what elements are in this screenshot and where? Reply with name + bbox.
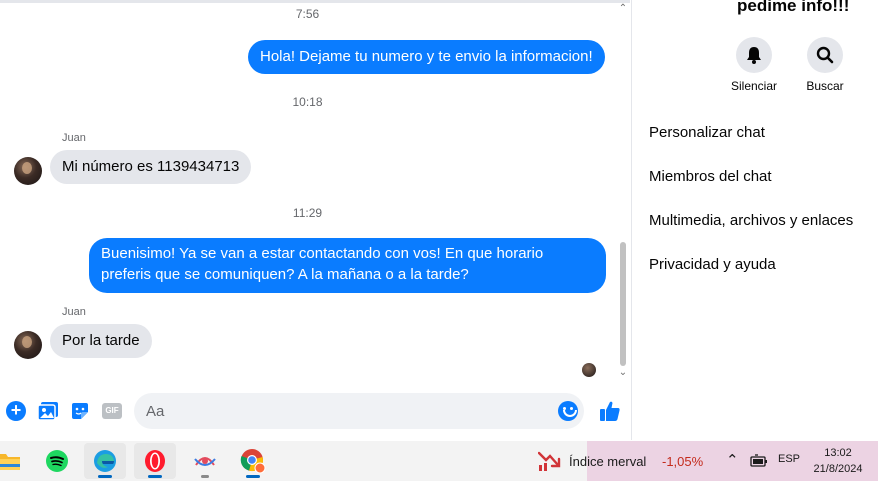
active-app-indicator	[246, 475, 260, 478]
incoming-message[interactable]: Por la tarde	[50, 324, 152, 358]
stock-down-icon[interactable]	[538, 450, 562, 472]
like-icon[interactable]	[598, 399, 622, 423]
app-icon[interactable]	[184, 443, 226, 479]
message-input[interactable]	[134, 393, 584, 429]
system-clock[interactable]: 13:02 21/8/2024	[806, 445, 870, 477]
mute-button[interactable]: Silenciar	[724, 37, 784, 93]
message-timestamp: 11:29	[292, 206, 323, 220]
edge-icon[interactable]	[84, 443, 126, 479]
active-app-indicator	[148, 475, 162, 478]
outgoing-message[interactable]: Buenisimo! Ya se van a estar contactando…	[89, 238, 606, 293]
incoming-message[interactable]: Mi número es 1139434713	[50, 150, 252, 184]
battery-icon[interactable]	[750, 454, 768, 468]
chat-info-panel: pedime info!!! Silenciar Buscar Personal…	[631, 0, 878, 440]
image-icon[interactable]	[37, 400, 59, 422]
seen-receipt-avatar	[582, 363, 596, 377]
outgoing-message[interactable]: Hola! Dejame tu numero y te envio la inf…	[248, 40, 605, 74]
sticker-icon[interactable]	[69, 400, 91, 422]
message-timestamp: 7:56	[295, 7, 320, 21]
mute-label: Silenciar	[730, 79, 778, 93]
chat-scrollbar[interactable]: ⌃ ⌄	[617, 0, 630, 381]
chat-thread: 7:56 Hola! Dejame tu numero y te envio l…	[0, 0, 630, 440]
spotify-icon[interactable]	[36, 443, 78, 479]
clock-time: 13:02	[824, 447, 852, 459]
scroll-down-arrow-icon[interactable]: ⌄	[618, 368, 628, 378]
contact-avatar[interactable]	[14, 157, 42, 185]
menu-media-files-links[interactable]: Multimedia, archivos y enlaces	[649, 212, 853, 229]
chat-header-divider	[0, 0, 630, 3]
search-label: Buscar	[806, 79, 844, 93]
menu-privacy-help[interactable]: Privacidad y ayuda	[649, 256, 776, 273]
active-app-indicator	[98, 475, 112, 478]
stock-widget-change[interactable]: -1,05%	[662, 454, 703, 469]
menu-customize-chat[interactable]: Personalizar chat	[649, 124, 765, 141]
menu-chat-members[interactable]: Miembros del chat	[649, 168, 772, 185]
sender-name: Juan	[62, 132, 86, 144]
bell-icon	[736, 37, 772, 73]
show-hidden-icons-chevron-icon[interactable]: ⌃	[726, 451, 739, 469]
search-button[interactable]: Buscar	[795, 37, 855, 93]
gif-icon[interactable]: GIF	[101, 400, 123, 422]
scroll-thumb[interactable]	[620, 242, 626, 366]
chat-title: pedime info!!!	[737, 0, 850, 15]
contact-avatar[interactable]	[14, 331, 42, 359]
input-language-indicator[interactable]: ESP	[778, 453, 800, 465]
message-composer: + GIF	[0, 390, 630, 432]
file-explorer-icon[interactable]	[0, 443, 30, 479]
windows-taskbar: Índice merval -1,05% ⌃ ESP 13:02 21/8/20…	[0, 441, 878, 481]
search-icon	[807, 37, 843, 73]
stock-widget-name[interactable]: Índice merval	[569, 454, 646, 469]
chrome-icon[interactable]	[232, 443, 274, 479]
plus-circle-icon[interactable]: +	[5, 400, 27, 422]
screen: 7:56 Hola! Dejame tu numero y te envio l…	[0, 0, 878, 481]
clock-date: 21/8/2024	[813, 463, 863, 475]
scroll-up-arrow-icon[interactable]: ⌃	[618, 4, 628, 14]
message-timestamp: 10:18	[292, 95, 323, 109]
app-running-indicator	[201, 475, 209, 478]
emoji-icon[interactable]	[558, 401, 578, 421]
opera-icon[interactable]	[134, 443, 176, 479]
sender-name: Juan	[62, 306, 86, 318]
